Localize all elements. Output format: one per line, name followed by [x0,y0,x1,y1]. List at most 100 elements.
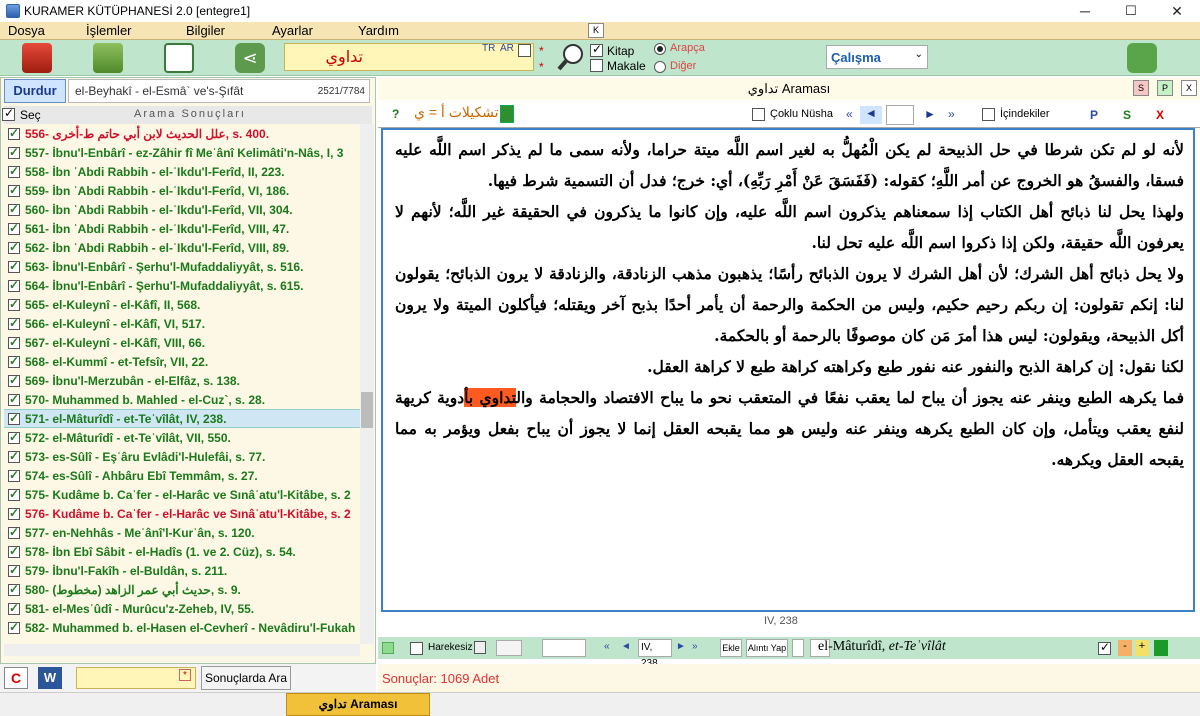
settings-gear-icon[interactable] [1127,43,1157,73]
result-checkbox[interactable] [8,297,20,311]
lang-tr[interactable]: TR [482,43,495,54]
page-input[interactable] [886,105,914,125]
result-row[interactable]: 576- Kudâme b. Caʿfer - el-Harâc ve Sınâ… [4,504,360,523]
result-checkbox[interactable] [8,259,20,273]
menu-islemler[interactable]: İşlemler [86,23,132,38]
dropdown-box[interactable] [496,640,522,656]
menu-ayarlar[interactable]: Ayarlar [272,23,313,38]
horizontal-scrollbar[interactable] [4,644,360,656]
text-viewer[interactable]: لأنه لو لم تكن شرطا في حل الذبيحة لم يكن… [381,128,1195,612]
result-row[interactable]: 572- el-Mâturîdî - et-Teʾvîlât, VII, 550… [4,428,360,447]
small-dropdown[interactable] [792,639,804,657]
tashkilat-toggle[interactable] [500,105,514,123]
result-row[interactable]: 565- el-Kuleynî - el-Kâfî, II, 568. [4,295,360,314]
result-checkbox[interactable] [8,316,20,330]
kitap-checkbox[interactable] [590,42,603,57]
p-button[interactable]: P [1157,80,1173,96]
bottom-nav-next[interactable]: ► [676,641,686,652]
share-icon[interactable]: ⋖ [235,43,265,73]
result-checkbox[interactable] [8,240,20,254]
bottom-nav-last[interactable]: » [692,641,698,652]
result-checkbox[interactable] [8,430,20,444]
bottom-nav-first[interactable]: « [604,641,610,652]
result-row[interactable]: 574- es-Sûlî - Ahbâru Ebî Temmâm, s. 27. [4,466,360,485]
result-checkbox[interactable] [8,335,20,349]
result-row[interactable]: 567- el-Kuleynî - el-Kâfî, VIII, 66. [4,333,360,352]
menu-bilgiler[interactable]: Bilgiler [186,23,225,38]
result-checkbox[interactable] [8,145,20,159]
result-checkbox[interactable] [8,278,20,292]
result-checkbox[interactable] [8,468,20,482]
result-checkbox[interactable] [8,126,20,140]
result-checkbox[interactable] [8,525,20,539]
result-row[interactable]: 558- İbn ʿAbdi Rabbih - el-ʿIkdu'l-Ferîd… [4,162,360,181]
font-plus-button[interactable]: + [1135,640,1149,656]
result-checkbox[interactable] [8,373,20,387]
bottom-checkbox[interactable] [1098,640,1111,655]
lang-ar[interactable]: AR [500,43,514,54]
result-checkbox[interactable] [8,601,20,615]
result-checkbox[interactable] [8,544,20,558]
ekle-button[interactable]: Ekle [720,639,742,657]
result-checkbox[interactable] [8,449,20,463]
result-row[interactable]: 579- İbnu'l-Fakîh - el-Buldân, s. 211. [4,561,360,580]
menu-dosya[interactable]: Dosya [8,23,45,38]
result-checkbox[interactable] [8,392,20,406]
color-swatch-darkgreen[interactable] [1154,640,1168,656]
list-window-icon[interactable] [164,43,194,73]
result-row[interactable]: 577- en-Nehhâs - Meʿânî'l-Kurʾân, s. 120… [4,523,360,542]
result-checkbox[interactable] [8,582,20,596]
select-all-checkbox[interactable] [2,106,15,121]
result-row[interactable]: 559- İbn ʿAbdi Rabbih - el-ʿIkdu'l-Ferîd… [4,181,360,200]
result-checkbox[interactable] [8,164,20,178]
makale-checkbox[interactable] [590,59,603,72]
results-search-star[interactable]: * [179,669,191,681]
result-row[interactable]: 582- Muhammed b. el-Hasen el-Cevherî - N… [4,618,360,637]
result-row[interactable]: 578- İbn Ebî Sâbit - el-Hadîs (1. ve 2. … [4,542,360,561]
word-export-icon[interactable]: W [38,667,62,689]
lang-checkbox[interactable] [518,44,531,57]
result-row[interactable]: 564- İbnu'l-Enbârî - Şerhu'l-Mufaddaliyy… [4,276,360,295]
vertical-scrollbar[interactable] [360,124,374,644]
nav-last-button[interactable]: » [948,107,955,121]
results-search-input[interactable]: * [76,667,196,689]
keyboard-button[interactable]: K [588,23,604,38]
save-s-button[interactable]: S [1123,108,1131,122]
library-books-icon[interactable] [22,43,52,73]
book-field[interactable]: el-Beyhakî - el-Esmâ` ve's-Şıfât 2521/77… [68,79,370,103]
maximize-button[interactable]: ☐ [1108,0,1154,22]
result-checkbox[interactable] [8,506,20,520]
result-row[interactable]: 569- İbnu'l-Merzubân - el-Elfâz, s. 138. [4,371,360,390]
coklu-nusha-checkbox[interactable] [752,108,765,121]
result-checkbox[interactable] [8,563,20,577]
result-checkbox[interactable] [8,183,20,197]
alinti-button[interactable]: Alıntı Yap [746,639,788,657]
save-disk-icon[interactable] [474,641,486,654]
result-checkbox[interactable] [8,221,20,235]
bottom-input[interactable] [542,639,586,657]
nav-next-button[interactable]: ► [924,107,936,121]
star-bottom[interactable]: * [539,60,544,74]
bottom-nav-prev[interactable]: ◄ [621,641,631,652]
print-p-button[interactable]: P [1090,108,1098,122]
scroll-thumb[interactable] [361,392,373,428]
help-button[interactable]: ? [392,107,399,121]
result-row[interactable]: 570- Muhammed b. Mahled - el-Cuz`, s. 28… [4,390,360,409]
result-checkbox[interactable] [8,411,20,425]
result-row[interactable]: 575- Kudâme b. Caʿfer - el-Harâc ve Sınâ… [4,485,360,504]
result-row[interactable]: 561- İbn ʿAbdi Rabbih - el-ʿIkdu'l-Ferîd… [4,219,360,238]
search-magnifier-icon[interactable] [556,42,586,72]
diger-radio[interactable] [654,61,666,73]
search-in-results-button[interactable]: Sonuçlarda Ara [201,666,291,690]
search-tab[interactable]: تداوي Araması [286,693,430,716]
minimize-button[interactable]: ─ [1062,0,1108,22]
result-checkbox[interactable] [8,354,20,368]
mode-select[interactable]: Çalışma ⌄ [826,45,928,69]
result-row[interactable]: 556- علل الحديث لابن أبي حاتم ط-أخرى, s.… [4,124,360,143]
result-row[interactable]: 560- İbn ʿAbdi Rabbih - el-ʿIkdu'l-Ferîd… [4,200,360,219]
result-checkbox[interactable] [8,487,20,501]
broom-icon[interactable] [1165,43,1195,73]
result-row[interactable]: 563- İbnu'l-Enbârî - Şerhu'l-Mufaddaliyy… [4,257,360,276]
arapca-radio[interactable] [654,43,666,55]
result-checkbox[interactable] [8,202,20,216]
